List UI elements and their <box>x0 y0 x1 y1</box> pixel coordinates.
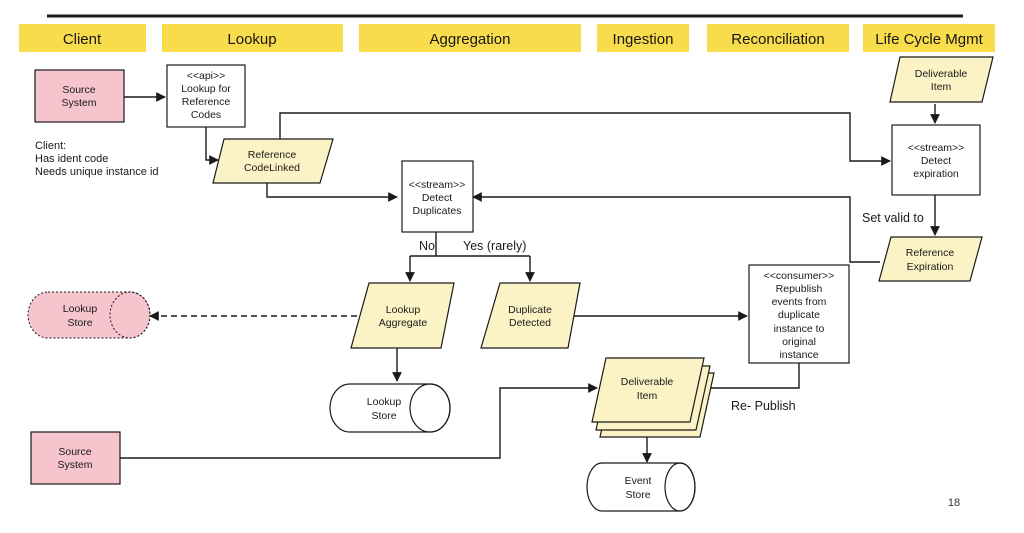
node-label: Lookup <box>367 396 402 408</box>
node-label: Republish <box>776 283 823 295</box>
node-label: Detect <box>921 155 951 167</box>
node-label: Source <box>58 446 91 458</box>
event-store-node[interactable]: Event Store <box>586 462 696 512</box>
edge-label-yes-rarely: Yes (rarely) <box>463 239 526 253</box>
lane-header-reconciliation: Reconciliation <box>707 24 849 52</box>
lane-label: Lookup <box>227 31 276 48</box>
node-label: Expiration <box>907 261 954 273</box>
lookup-api-node[interactable]: <<api>> Lookup for Reference Codes <box>166 64 246 128</box>
node-label: Duplicates <box>412 205 461 217</box>
node-label: Deliverable <box>915 68 968 80</box>
edge-codelinked-to-duplicates <box>266 183 398 202</box>
lane-label: Client <box>63 31 102 48</box>
node-label: System <box>57 459 92 471</box>
source-system-bottom-node[interactable]: Source System <box>30 431 121 485</box>
node-label: instance to <box>774 323 825 335</box>
architecture-diagram: Client Lookup Aggregation Ingestion Reco… <box>19 14 995 512</box>
node-label: events from <box>772 296 827 308</box>
reference-codelinked-node[interactable]: Reference CodeLinked <box>212 138 334 184</box>
node-stereotype: <<api>> <box>187 70 226 82</box>
node-label: Aggregate <box>379 317 428 329</box>
node-label: Source <box>62 84 95 96</box>
lane-label: Ingestion <box>613 31 674 48</box>
node-label: Duplicate <box>508 304 552 316</box>
node-label: Detected <box>509 317 551 329</box>
duplicate-detected-node[interactable]: Duplicate Detected <box>480 282 581 349</box>
note-line: Needs unique instance id <box>35 166 159 178</box>
detect-expiration-node[interactable]: <<stream>> Detect expiration <box>891 124 981 196</box>
lane-label: Life Cycle Mgmt <box>875 31 983 48</box>
lookup-store-external-node[interactable]: Lookup Store <box>27 291 151 339</box>
node-stereotype: <<stream>> <box>409 179 466 191</box>
node-label: Reference <box>906 247 955 259</box>
deliverable-item-top-node[interactable]: Deliverable Item <box>889 56 994 103</box>
lane-header-ingestion: Ingestion <box>597 24 689 52</box>
node-label: Deliverable <box>621 376 674 388</box>
reference-expiration-node[interactable]: Reference Expiration <box>878 236 983 282</box>
node-label: Reference <box>182 96 231 108</box>
node-label: Event <box>625 475 652 487</box>
lookup-aggregate-node[interactable]: Lookup Aggregate <box>350 282 455 349</box>
node-label: Store <box>625 489 650 501</box>
detect-duplicates-node[interactable]: <<stream>> Detect Duplicates <box>401 160 474 233</box>
lane-header-client: Client <box>19 24 146 52</box>
lane-label: Aggregation <box>430 31 511 48</box>
lane-header-lookup: Lookup <box>162 24 343 52</box>
note-line: Client: <box>35 140 66 152</box>
node-label: Lookup <box>386 304 421 316</box>
client-note: Client: Has ident code Needs unique inst… <box>35 140 159 178</box>
edge-codelinked-to-expiration <box>279 112 891 166</box>
node-label: Detect <box>422 192 452 204</box>
source-system-top[interactable]: Source System <box>34 69 125 123</box>
node-label: duplicate <box>778 309 820 321</box>
edge-expiration-to-duplicates <box>472 192 880 263</box>
edge-label-re-publish: Re- Publish <box>731 399 796 413</box>
note-line: Has ident code <box>35 153 108 165</box>
edge-lookup-to-codelinked <box>205 127 219 165</box>
node-stereotype: <<stream>> <box>908 142 965 154</box>
node-label: Item <box>931 81 952 93</box>
node-label: Store <box>67 317 92 329</box>
node-label: original <box>782 336 816 348</box>
node-label: expiration <box>913 168 959 180</box>
lookup-store-node[interactable]: Lookup Store <box>329 383 451 433</box>
republish-consumer-node[interactable]: <<consumer>> Republish events from dupli… <box>748 264 850 364</box>
lane-header-lifecycle: Life Cycle Mgmt <box>863 24 995 52</box>
lane-label: Reconciliation <box>731 31 824 48</box>
node-label: Lookup for <box>181 83 231 95</box>
node-label: Lookup <box>63 303 98 315</box>
node-label: Codes <box>191 109 221 121</box>
node-label: System <box>61 97 96 109</box>
page-number: 18 <box>948 497 960 509</box>
lane-header-aggregation: Aggregation <box>359 24 581 52</box>
node-stereotype: <<consumer>> <box>764 270 835 282</box>
edge-label-no: No <box>419 239 435 253</box>
node-label: Item <box>637 390 658 402</box>
node-label: Reference <box>248 149 297 161</box>
edge-label-set-valid-to: Set valid to <box>862 211 924 225</box>
deliverable-item-stack-node[interactable]: Deliverable Item <box>591 357 715 438</box>
node-label: Store <box>371 410 396 422</box>
node-label: CodeLinked <box>244 162 300 174</box>
node-label: instance <box>779 349 818 361</box>
